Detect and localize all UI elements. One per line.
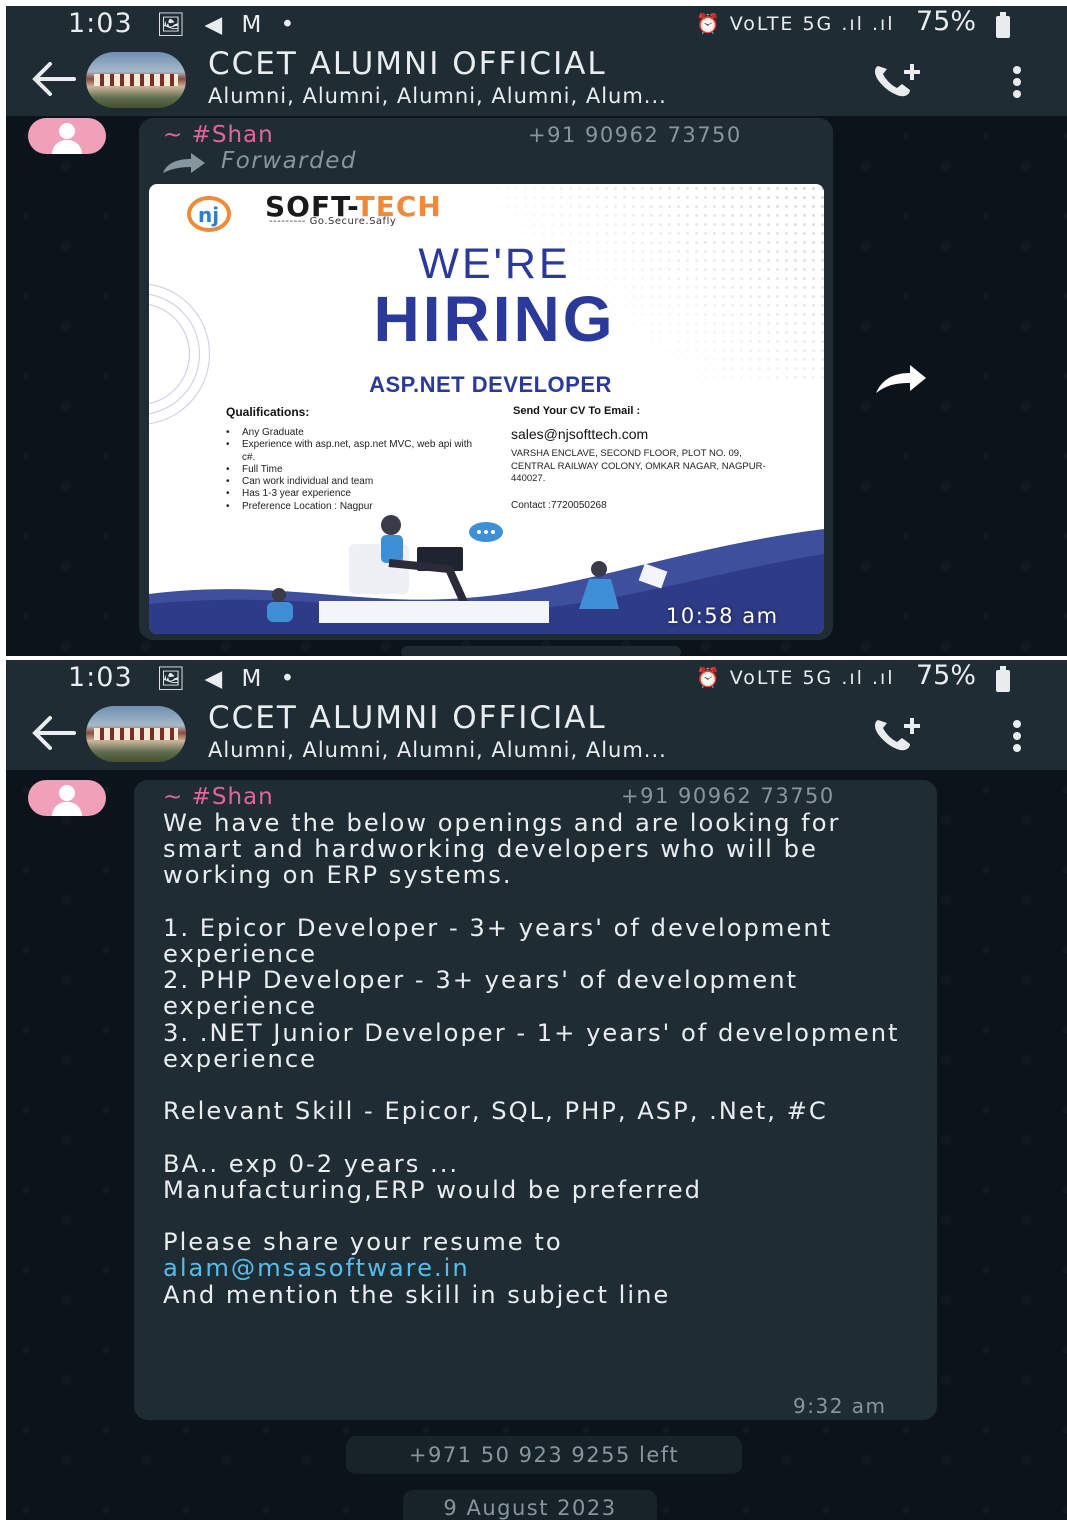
chat-title: CCET ALUMNI OFFICIAL	[208, 46, 607, 82]
battery-percent: 75%	[916, 660, 977, 691]
status-time: 1:03	[68, 8, 133, 39]
screenshot-bottom: 1:03 🖼 ◀ M • ⏰ VoLTE 5G .ıl .ıl 75% CCET…	[6, 660, 1067, 1520]
battery-icon	[996, 666, 1010, 692]
group-avatar[interactable]	[86, 706, 186, 762]
message-body: We have the below openings and are looki…	[163, 809, 900, 1257]
chat-members: Alumni, Alumni, Alumni, Alumni, Alum...	[208, 738, 667, 762]
qualification-item: Can work individual and team	[226, 476, 476, 489]
qualification-item: Experience with asp.net, asp.net MVC, we…	[226, 439, 476, 464]
poster-headline-hiring: HIRING	[373, 283, 616, 355]
poster-role: ASP.NET DEVELOPER	[369, 372, 612, 397]
qualifications-list: Any Graduate Experience with asp.net, as…	[226, 427, 476, 513]
more-vert-icon[interactable]	[1002, 716, 1032, 756]
sender-phone: +91 90962 73750	[528, 123, 742, 147]
hiring-poster-image[interactable]: nj SOFT-TECH --------- Go.Secure.Safly W…	[149, 184, 824, 634]
more-vert-icon[interactable]	[1002, 62, 1032, 102]
chat-header[interactable]: CCET ALUMNI OFFICIAL Alumni, Alumni, Alu…	[6, 700, 1067, 770]
back-arrow-icon[interactable]	[28, 56, 78, 102]
battery-percent: 75%	[916, 6, 977, 37]
qualification-item: Has 1-3 year experience	[226, 488, 476, 501]
signal-icons: ⏰ VoLTE 5G .ıl .ıl	[696, 667, 895, 689]
forwarded-label: Forwarded	[221, 148, 357, 174]
svg-text:nj: nj	[198, 203, 219, 227]
sender-avatar[interactable]	[28, 780, 106, 816]
qualification-item: Any Graduate	[226, 427, 476, 440]
email-heading: Send Your CV To Email :	[513, 405, 641, 417]
date-chip: 9 August 2023	[403, 1490, 657, 1520]
default-avatar-icon	[59, 123, 75, 139]
group-avatar[interactable]	[86, 52, 186, 108]
message-text[interactable]: We have the below openings and are looki…	[163, 809, 923, 1309]
signal-icons: ⏰ VoLTE 5G .ıl .ıl	[696, 13, 895, 35]
company-tagline: --------- Go.Secure.Safly	[269, 216, 397, 227]
email-link[interactable]: alam@msasoftware.in	[163, 1254, 470, 1282]
poster-email: sales@njsofttech.com	[511, 426, 649, 442]
sender-phone: +91 90962 73750	[621, 784, 835, 808]
qualification-item: Full Time	[226, 464, 476, 477]
chat-members: Alumni, Alumni, Alumni, Alumni, Alum...	[208, 84, 667, 108]
message-sender[interactable]: ~ #Shan	[163, 122, 274, 148]
message-body-tail: And mention the skill in subject line	[163, 1280, 671, 1309]
default-avatar-icon	[59, 785, 75, 801]
forward-icon	[163, 153, 205, 173]
battery-icon	[996, 12, 1010, 38]
share-icon[interactable]	[872, 361, 930, 397]
poster-address: Varsha Enclave, Second Floor, Plot No. 0…	[511, 448, 766, 485]
system-notice: +971 50 923 9255 left	[346, 1436, 742, 1474]
sender-avatar[interactable]	[28, 118, 106, 154]
chat-title: CCET ALUMNI OFFICIAL	[208, 700, 607, 736]
add-call-icon[interactable]	[868, 60, 928, 100]
chat-header[interactable]: CCET ALUMNI OFFICIAL Alumni, Alumni, Alu…	[6, 46, 1067, 116]
message-time: 10:58 am	[666, 604, 779, 628]
qualifications-heading: Qualifications:	[226, 405, 310, 419]
company-logo-icon: nj	[187, 196, 231, 232]
message-time: 9:32 am	[793, 1394, 887, 1418]
notification-icons: 🖼 ◀ M •	[156, 666, 301, 692]
status-bar: 1:03 🖼 ◀ M • ⏰ VoLTE 5G .ıl .ıl 75%	[6, 660, 1067, 700]
status-bar: 1:03 🖼 ◀ M • ⏰ VoLTE 5G .ıl .ıl 75%	[6, 6, 1067, 46]
notification-icons: 🖼 ◀ M •	[156, 12, 301, 38]
scroll-indicator	[401, 646, 681, 656]
add-call-icon[interactable]	[868, 714, 928, 754]
message-sender[interactable]: ~ #Shan	[163, 784, 274, 810]
screenshot-top: 1:03 🖼 ◀ M • ⏰ VoLTE 5G .ıl .ıl 75% CCET…	[6, 6, 1067, 656]
status-time: 1:03	[68, 662, 133, 693]
back-arrow-icon[interactable]	[28, 710, 78, 756]
